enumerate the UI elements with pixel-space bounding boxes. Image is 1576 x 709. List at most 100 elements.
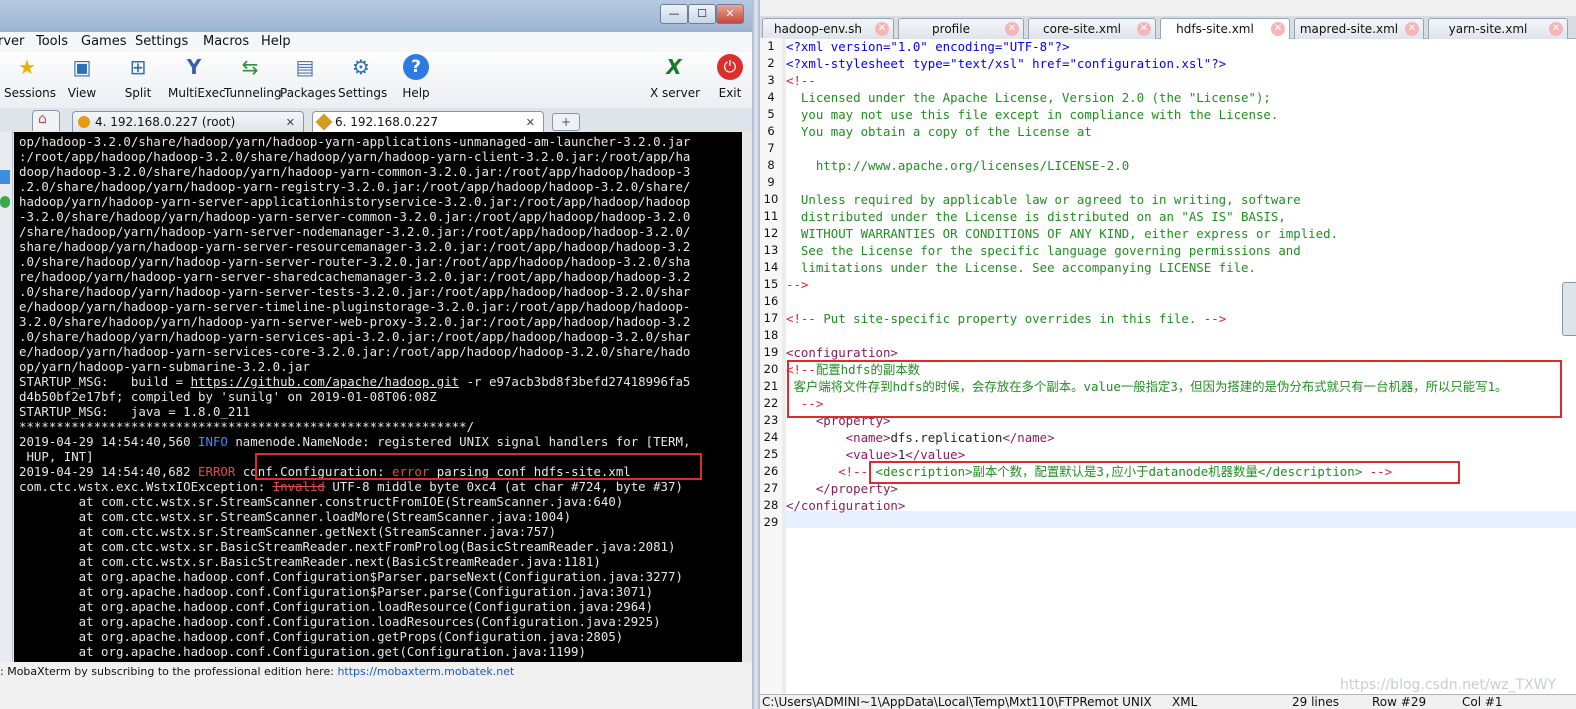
line-number: 1: [767, 39, 775, 53]
status-file-type: XML: [1172, 695, 1198, 709]
tunneling-label: Tunneling: [224, 86, 282, 100]
menu-macros[interactable]: Macros: [203, 34, 249, 49]
terminal-text: 3.2.0/share/hadoop/yarn/hadoop-yarn-serv…: [19, 314, 691, 329]
terminal-line: STARTUP_MSG: java = 1.8.0_211: [19, 404, 250, 419]
star-icon: ★: [18, 55, 36, 79]
line-number: 13: [763, 243, 779, 257]
xserver-button[interactable]: X X server: [650, 54, 701, 104]
terminal-text: at com.ctc.wstx.sr.BasicStreamReader.nex…: [19, 554, 601, 569]
terminal-line: at org.apache.hadoop.conf.Configuration$…: [19, 569, 683, 584]
close-icon[interactable]: ✕: [1137, 22, 1151, 36]
menu-tools[interactable]: Tools: [36, 34, 68, 49]
minimize-button[interactable]: —: [660, 4, 688, 24]
line-number: 11: [763, 209, 779, 223]
close-icon[interactable]: ✕: [1271, 22, 1285, 36]
mobatek-link[interactable]: https://mobaxterm.mobatek.net: [337, 665, 514, 678]
line-number: 3: [767, 73, 775, 87]
menu-server[interactable]: rver: [0, 34, 24, 49]
status-row: Row #29: [1372, 695, 1427, 709]
editor-tab-profile[interactable]: profile ✕: [898, 18, 1024, 39]
terminal-output[interactable]: op/hadoop-3.2.0/share/hadoop/yarn/hadoop…: [14, 132, 742, 662]
terminal-text: HUP, INT]: [19, 449, 94, 464]
editor-tab-mapred-site-xml[interactable]: mapred-site.xml ✕: [1294, 18, 1424, 39]
sessions-button[interactable]: ★ Sessions: [4, 54, 56, 104]
xserver-icon: X: [666, 55, 682, 79]
editor-tab-yarn-site-xml[interactable]: yarn-site.xml ✕: [1428, 18, 1568, 39]
terminal-text: e/hadoop/yarn/hadoop-yarn-services-core-…: [19, 344, 691, 359]
settings-button[interactable]: ⚙ Settings: [338, 54, 387, 104]
exit-button[interactable]: ⏻ Exit: [712, 54, 748, 104]
xserver-label: X server: [650, 86, 701, 100]
editor-tab-hdfs-site-xml[interactable]: hdfs-site.xml ✕: [1160, 18, 1290, 39]
editor-tab-hadoop-env-sh[interactable]: hadoop-env.sh ✕: [762, 18, 894, 39]
home-tab[interactable]: ⌂: [32, 110, 60, 131]
terminal-text: at org.apache.hadoop.conf.Configuration.…: [19, 644, 586, 659]
session-terminal-icon: [78, 116, 90, 128]
editor-tab-core-site-xml[interactable]: core-site.xml ✕: [1028, 18, 1156, 39]
terminal-text: ****************************************…: [19, 419, 475, 434]
menu-games[interactable]: Games: [81, 34, 126, 49]
window-divider: [752, 0, 760, 709]
code-line: Unless required by applicable law or agr…: [786, 191, 1301, 208]
terminal-line: at com.ctc.wstx.sr.StreamScanner.getNext…: [19, 524, 556, 539]
code-line: http://www.apache.org/licenses/LICENSE-2…: [786, 157, 1129, 174]
split-button[interactable]: ⊞ Split: [118, 54, 158, 104]
close-icon[interactable]: ✕: [875, 22, 889, 36]
terminal-text: d4b50bf2e17bf; compiled by 'sunilg' on 2…: [19, 389, 437, 404]
new-tab-button[interactable]: +: [552, 113, 580, 131]
multiexec-button[interactable]: Y MultiExec: [168, 54, 226, 104]
line-number: 8: [767, 158, 775, 172]
terminal-line: 3.2.0/share/hadoop/yarn/hadoop-yarn-serv…: [19, 314, 690, 329]
session-tab-6[interactable]: 6. 192.168.0.227 ✕: [312, 111, 544, 132]
terminal-text: 2019-04-29 14:54:40,560: [19, 434, 199, 449]
code-token: <!--: [786, 73, 816, 88]
annotation-box-error: [255, 453, 702, 480]
split-label: Split: [124, 86, 152, 100]
line-number: 29: [763, 515, 779, 529]
code-line: <!-- Put site-specific property override…: [786, 310, 1226, 327]
session-tabs: ⌂ 4. 192.168.0.227 (root) ✕ 6. 192.168.0…: [0, 108, 752, 133]
close-icon[interactable]: ✕: [1405, 22, 1419, 36]
code-line: You may obtain a copy of the License at: [786, 123, 1092, 140]
terminal-line: at com.ctc.wstx.sr.StreamScanner.constru…: [19, 494, 624, 509]
close-icon[interactable]: ✕: [286, 112, 295, 133]
code-token: http://www.apache.org/licenses/LICENSE-2…: [786, 158, 1130, 173]
terminal-line: d4b50bf2e17bf; compiled by 'sunilg' on 2…: [19, 389, 437, 404]
close-icon[interactable]: ✕: [1549, 22, 1563, 36]
menu-settings[interactable]: Settings: [135, 34, 188, 49]
code-line: WITHOUT WARRANTIES OR CONDITIONS OF ANY …: [786, 225, 1338, 242]
editor-toolbar-strip: [760, 0, 1576, 16]
terminal-text: .0/share/hadoop/yarn/hadoop-yarn-server-…: [19, 254, 691, 269]
terminal-line: at org.apache.hadoop.conf.Configuration$…: [19, 584, 653, 599]
terminal-line: ****************************************…: [19, 419, 474, 434]
code-token: Licensed under the Apache License, Versi…: [786, 90, 1271, 105]
session-tab-4[interactable]: 4. 192.168.0.227 (root) ✕: [72, 111, 304, 132]
mobaxterm-title-bar: — ☐ ✕: [0, 0, 752, 32]
code-line: <name>dfs.replication</name>: [786, 429, 1055, 446]
line-number: 20: [763, 362, 779, 376]
editor-scroll-handle[interactable]: [1562, 282, 1576, 336]
side-folder-icon[interactable]: [0, 170, 10, 184]
tunneling-button[interactable]: ⇆ Tunneling: [224, 54, 282, 104]
close-icon[interactable]: ✕: [526, 112, 535, 133]
terminal-scrollbar[interactable]: [742, 132, 752, 662]
line-number-gutter: 1 2 3 4 5 6 7 8 9 10 11 12 13 14 15 16 17 18 19 20 21 22 23 24 2…: [760, 38, 782, 694]
terminal-text: INFO: [198, 434, 228, 449]
side-check-icon[interactable]: [0, 196, 10, 208]
close-window-button[interactable]: ✕: [716, 4, 744, 24]
help-button[interactable]: ? Help: [396, 54, 436, 104]
terminal-text: .0/share/hadoop/yarn/hadoop-yarn-server-…: [19, 284, 691, 299]
view-button[interactable]: ▣ View: [62, 54, 102, 104]
monitor-icon: ▣: [72, 55, 92, 79]
editor-tab-label: core-site.xml: [1043, 22, 1121, 36]
menu-bar: rver Tools Games Settings Macros Help: [0, 32, 752, 52]
code-token: <name>: [786, 430, 891, 445]
packages-button[interactable]: ▤ Packages: [280, 54, 336, 104]
code-token: dfs.replication: [890, 430, 1003, 445]
close-icon[interactable]: ✕: [1005, 22, 1019, 36]
menu-help[interactable]: Help: [261, 34, 291, 49]
maximize-button[interactable]: ☐: [688, 4, 716, 24]
terminal-line: at com.ctc.wstx.sr.BasicStreamReader.nex…: [19, 539, 676, 554]
terminal-text: STARTUP_MSG: java = 1.8.0_211: [19, 404, 251, 419]
terminal-text: at org.apache.hadoop.conf.Configuration$…: [19, 569, 683, 584]
